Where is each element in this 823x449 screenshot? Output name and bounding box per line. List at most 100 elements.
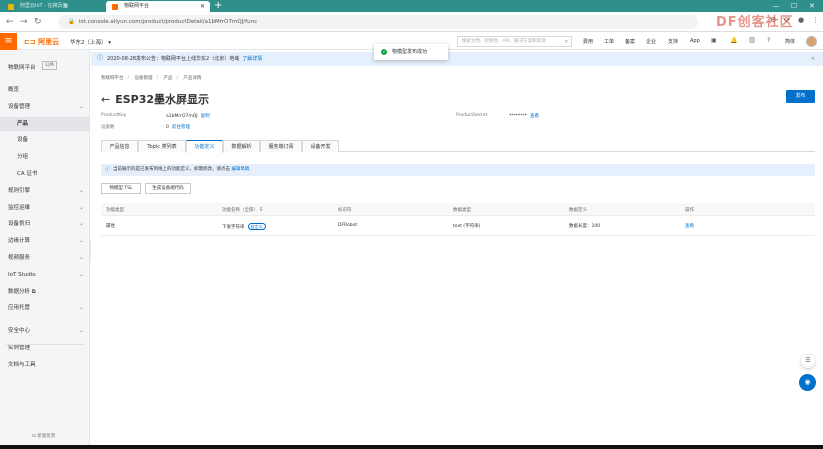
chevron-down-icon: ⌄ (78, 102, 84, 110)
breadcrumb-item[interactable]: 产品 (163, 76, 172, 81)
sidebar: 物联网平台 公共 概览 设备管理 ⌄ 产品 设备 分组 CA 证书 规则引擎 ⌄ 监控运维 ⌄ 设备划… (0, 50, 90, 449)
publish-button[interactable]: 发布 (786, 90, 815, 103)
sidebar-item[interactable]: 文档与工具 (0, 358, 90, 372)
tab-topic-list[interactable]: Topic 类列表 (138, 140, 186, 152)
close-window-icon[interactable]: ✕ (803, 0, 821, 12)
aliyun-logo[interactable]: ⊏⊐ 阿里云 (24, 37, 59, 47)
help-icon[interactable]: ? (767, 37, 770, 44)
notification-icon[interactable]: 🔔 (730, 37, 737, 44)
tab-function-definition[interactable]: 功能定义 (186, 140, 223, 153)
chevron-down-icon: ⌄ (78, 203, 84, 211)
chat-icon[interactable]: ☰ (801, 354, 815, 368)
chevron-down-icon: ⌄ (78, 327, 84, 335)
sidebar-item[interactable]: 设备 (0, 133, 90, 147)
sidebar-item-label: 分组 (17, 154, 29, 161)
column-header: 标识符 (338, 208, 352, 213)
product-secret-label: ProductSecret (456, 113, 488, 118)
chevron-down-icon: ⌄ (78, 270, 84, 278)
manage-link[interactable]: 前往管理 (172, 125, 190, 130)
sidebar-item-label: 应用托管 (8, 305, 31, 312)
announcement-link[interactable]: 了解详情 (242, 56, 262, 62)
sidebar-item-label: 概览 (8, 87, 20, 93)
back-icon[interactable]: ← (6, 16, 14, 28)
header-link-tickets[interactable]: 工单 (604, 38, 614, 45)
header-link-app[interactable]: App (690, 38, 700, 44)
avatar[interactable] (806, 36, 817, 47)
language-switch[interactable]: 简体 (785, 38, 795, 45)
breadcrumb-item[interactable]: 物联网平台 (101, 76, 124, 81)
sidebar-item[interactable]: 安全中心 ⌄ (0, 324, 90, 338)
menu-icon[interactable]: ≡ (0, 33, 17, 50)
header-link-billing[interactable]: 费用 (583, 38, 593, 45)
region-selector[interactable]: 华东2（上海） ▾ (70, 38, 111, 46)
instance-badge[interactable]: 公共 (42, 61, 57, 70)
browser-tab[interactable]: 阿里云IoT - 在稿页面 ✕ (2, 1, 74, 12)
sidebar-item[interactable]: 监控运维 ⌄ (0, 201, 90, 215)
sidebar-item[interactable]: 分组 (0, 150, 90, 164)
sidebar-item-label: 安全中心 (8, 328, 31, 335)
sidebar-item[interactable]: 数据分析 ⧉ (0, 285, 90, 299)
sidebar-item[interactable]: CA 证书 (0, 167, 90, 181)
browser-menu-icon[interactable]: ⋮ (812, 16, 819, 24)
sidebar-item[interactable]: 视频服务 ⌄ (0, 251, 90, 265)
new-tab-button[interactable]: + (214, 0, 222, 12)
sidebar-item-label: 产品 (17, 120, 29, 127)
tab-data-parsing[interactable]: 数据解析 (223, 140, 260, 152)
tab-server-subscription[interactable]: 服务端订阅 (260, 140, 302, 152)
chevron-down-icon: ⌄ (78, 254, 84, 261)
tsl-button[interactable]: 物模型 TSL (101, 183, 141, 194)
cell-data-definition: 数据长度：100 (569, 224, 601, 229)
url-field[interactable]: 🔒 iot.console.aliyun.com/product/productD… (58, 15, 698, 29)
sidebar-item[interactable]: 产品 (0, 116, 90, 131)
profile-icon[interactable]: ● (798, 16, 804, 24)
column-header: 功能类型 (106, 208, 124, 213)
assistant-icon[interactable]: ◉ (799, 374, 816, 391)
view-secret-link[interactable]: 查看 (530, 114, 539, 119)
cell-identifier: DFRobot (338, 223, 358, 228)
column-header[interactable]: 功能名称（全部） ⊽ (222, 207, 263, 213)
sidebar-item[interactable]: 规则引擎 ⌄ (0, 184, 90, 198)
close-tab-icon[interactable]: ✕ (64, 1, 69, 12)
sidebar-divider (6, 344, 84, 345)
device-count-value: 0 前往管理 (166, 125, 190, 130)
reload-icon[interactable]: ↻ (34, 16, 42, 28)
sidebar-item[interactable]: 设备管理 ⌄ (0, 100, 90, 114)
console-search-input[interactable]: 搜索文档、控制台、API、解决方案和资源 ⌕ (457, 36, 572, 47)
cloud-shell-icon[interactable]: ▣ (711, 37, 717, 44)
close-tab-icon[interactable]: ✕ (200, 1, 205, 12)
watermark-logo: DF创客社区 (716, 15, 794, 30)
back-arrow-icon[interactable]: ← (101, 93, 110, 106)
info-icon: ⓘ (105, 167, 111, 173)
browser-tab-active[interactable]: 物联网平台 ✕ (106, 1, 210, 12)
cart-icon[interactable]: ⛒ (749, 37, 755, 45)
tab-product-info[interactable]: 产品信息 (101, 140, 138, 152)
sidebar-item[interactable]: 边缘计算 ⌄ (0, 234, 90, 248)
device-count-label: 设备数 (101, 125, 115, 130)
sidebar-item[interactable]: 应用托管 ⌄ (0, 301, 90, 315)
column-header: 操作 (685, 208, 694, 213)
sidebar-item[interactable]: 设备划归 ⌄ (0, 217, 90, 231)
detail-tabs: 产品信息 Topic 类列表 功能定义 数据解析 服务端订阅 设备开发 (101, 140, 815, 153)
sidebar-feedback[interactable]: ⊡ 新版反馈 (32, 433, 55, 439)
sidebar-item-label: IoT Studio (8, 271, 36, 278)
copy-link[interactable]: 复制 (201, 114, 210, 119)
tab-favicon-icon (8, 4, 14, 10)
close-icon[interactable]: ✕ (811, 52, 815, 66)
header-link-support[interactable]: 支持 (668, 38, 678, 45)
view-action-link[interactable]: 查看 (685, 223, 694, 229)
sidebar-item-label: 监控运维 (8, 204, 31, 211)
header-link-enterprise[interactable]: 企业 (646, 38, 656, 45)
sidebar-item[interactable]: IoT Studio ⌄ (0, 268, 90, 282)
toast-message: 物模型发布成功 (392, 49, 428, 55)
tab-device-development[interactable]: 设备开发 (302, 140, 339, 152)
breadcrumb-item[interactable]: 设备管理 (134, 76, 152, 81)
sidebar-item-label: 文档与工具 (8, 361, 36, 368)
product-key-label: ProductKey (101, 113, 127, 118)
sidebar-item-label: 数据分析 ⧉ (8, 288, 36, 295)
sidebar-item-label: 设备划归 (8, 221, 31, 228)
sidebar-item[interactable]: 概览 (0, 83, 90, 97)
edit-draft-link[interactable]: 编辑草稿 (231, 167, 249, 172)
header-link-icp[interactable]: 备案 (625, 38, 635, 45)
forward-icon[interactable]: → (20, 16, 28, 28)
generate-code-button[interactable]: 生成设备端代码 (145, 183, 191, 194)
